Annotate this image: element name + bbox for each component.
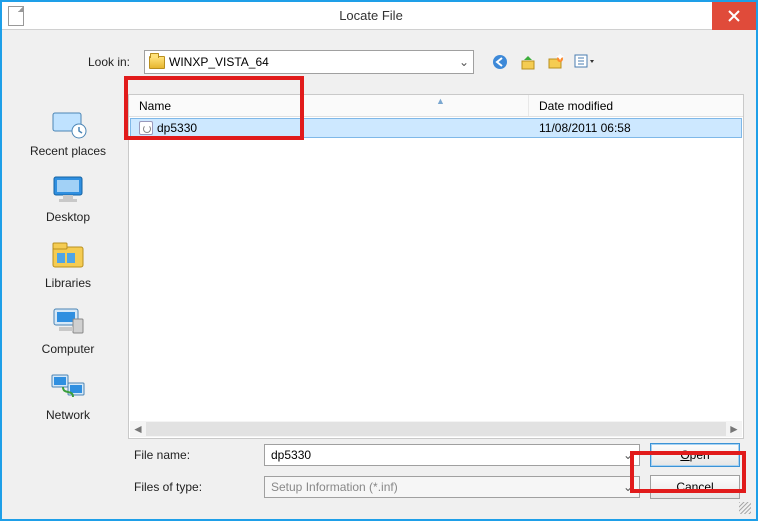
lookin-label: Look in: [14, 55, 136, 69]
computer-icon [48, 304, 88, 340]
network-icon [48, 370, 88, 406]
document-icon [8, 6, 24, 26]
sidebar-item-label: Network [46, 408, 90, 422]
chevron-down-icon[interactable]: ⌄ [623, 448, 633, 462]
recent-places-icon [48, 106, 88, 142]
filename-label: File name: [134, 448, 254, 462]
titlebar: Locate File [2, 2, 756, 30]
scroll-right-button[interactable]: ► [726, 421, 742, 437]
inf-file-icon [139, 121, 153, 135]
horizontal-scrollbar[interactable]: ◄ ► [130, 421, 742, 437]
file-list: Name ▲ Date modified dp5330 11/08/2011 0… [128, 94, 744, 439]
new-folder-icon: ✦ [548, 54, 564, 70]
lookin-row: Look in: WINXP_VISTA_64 ⌄ ✦ [4, 32, 754, 84]
back-button[interactable] [490, 52, 510, 72]
sidebar-item-recent-places[interactable]: Recent places [14, 102, 122, 164]
lookin-dropdown[interactable]: WINXP_VISTA_64 ⌄ [144, 50, 474, 74]
places-sidebar: Recent places Desktop Libraries [14, 94, 122, 439]
file-date-cell: 11/08/2011 06:58 [529, 121, 631, 135]
up-one-level-button[interactable] [518, 52, 538, 72]
back-arrow-icon [492, 54, 508, 70]
sidebar-item-network[interactable]: Network [14, 366, 122, 428]
sort-ascending-icon: ▲ [436, 96, 445, 106]
lookin-toolbar: ✦ [490, 52, 594, 72]
file-name-cell: dp5330 [131, 121, 529, 135]
scroll-track[interactable] [146, 422, 726, 436]
sidebar-item-computer[interactable]: Computer [14, 300, 122, 362]
close-icon [728, 10, 740, 22]
column-header-name[interactable]: Name [129, 95, 529, 116]
folder-icon [149, 56, 165, 69]
chevron-down-icon: ⌄ [623, 480, 633, 494]
dialog-content: Look in: WINXP_VISTA_64 ⌄ ✦ [4, 32, 754, 517]
file-row[interactable]: dp5330 11/08/2011 06:58 [130, 118, 742, 138]
chevron-down-icon: ⌄ [459, 55, 469, 69]
scroll-left-button[interactable]: ◄ [130, 421, 146, 437]
close-button[interactable] [712, 2, 756, 30]
column-header-date[interactable]: Date modified [529, 95, 743, 116]
up-arrow-icon [520, 54, 536, 70]
filetype-dropdown: Setup Information (*.inf) ⌄ [264, 476, 640, 498]
sidebar-item-libraries[interactable]: Libraries [14, 234, 122, 296]
filetype-label: Files of type: [134, 480, 254, 494]
sidebar-item-label: Desktop [46, 210, 90, 224]
open-button[interactable]: Open [650, 443, 740, 467]
window-title: Locate File [30, 8, 712, 23]
cancel-button[interactable]: Cancel [650, 475, 740, 499]
lookin-value: WINXP_VISTA_64 [169, 55, 269, 69]
resize-grip[interactable] [739, 502, 751, 514]
sidebar-item-label: Recent places [30, 144, 106, 158]
sidebar-item-label: Libraries [45, 276, 91, 290]
bottom-controls: File name: dp5330 ⌄ Open Files of type: … [134, 443, 740, 507]
libraries-icon [48, 238, 88, 274]
filename-input[interactable]: dp5330 ⌄ [264, 444, 640, 466]
view-menu-icon [574, 54, 594, 70]
body-row: Recent places Desktop Libraries [14, 94, 744, 439]
desktop-icon [48, 172, 88, 208]
sidebar-item-label: Computer [42, 342, 95, 356]
view-menu-button[interactable] [574, 52, 594, 72]
new-folder-button[interactable]: ✦ [546, 52, 566, 72]
locate-file-dialog: Locate File Look in: WINXP_VISTA_64 ⌄ ✦ [0, 0, 758, 521]
svg-text:✦: ✦ [555, 54, 564, 64]
sidebar-item-desktop[interactable]: Desktop [14, 168, 122, 230]
column-header-row: Name ▲ Date modified [129, 95, 743, 117]
